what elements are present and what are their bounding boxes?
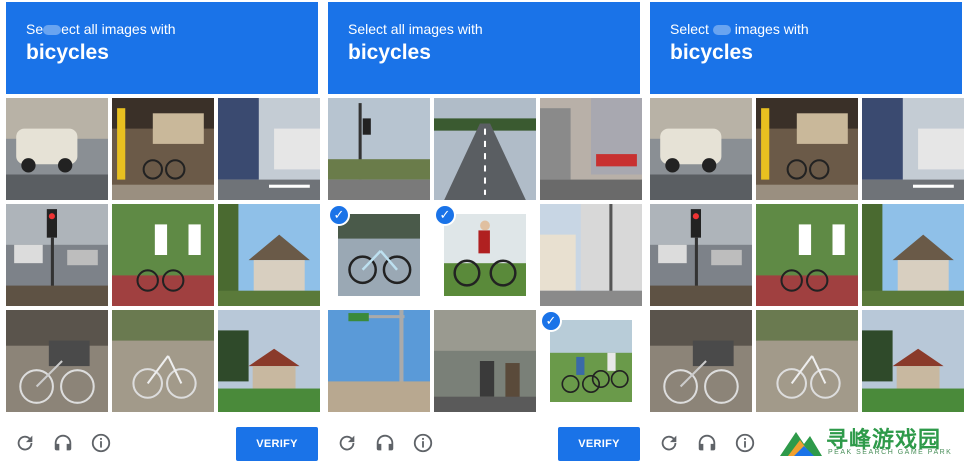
captcha-panel-3: Select images with bicycles	[650, 0, 970, 463]
info-icon[interactable]	[734, 432, 756, 454]
image-grid	[650, 98, 964, 414]
image-tile-traffic-light-crossing[interactable]	[6, 204, 108, 306]
target-label: bicycles	[670, 41, 753, 64]
verify-button[interactable]: VERIFY	[558, 427, 640, 461]
blur-artifact	[43, 25, 62, 36]
selected-check-icon: ✓	[434, 204, 456, 226]
verify-button[interactable]: VERIFY	[236, 427, 318, 461]
image-tile-street-with-traffic-light[interactable]	[328, 98, 430, 200]
instruction-text: Se ect all images with	[26, 21, 176, 37]
image-tile-street-corner-buildings[interactable]	[862, 98, 964, 200]
image-tile-suburban-houses[interactable]	[218, 310, 320, 412]
challenge-header: Select images with bicycles	[650, 2, 962, 94]
image-tile-bikes-at-storefront[interactable]	[756, 98, 858, 200]
instruction-text: Select all images with	[348, 21, 483, 37]
image-tile-car-on-street[interactable]	[6, 98, 108, 200]
tile-thumbnail	[444, 214, 526, 296]
image-tile-selected-children-bicycles[interactable]: ✓	[540, 310, 642, 412]
image-tile-cyclists-on-path[interactable]	[112, 204, 214, 306]
image-tile-traffic-light-pole[interactable]	[328, 310, 430, 412]
reload-icon[interactable]	[658, 432, 680, 454]
challenge-header: Se ect all images with bicycles	[6, 2, 318, 94]
captcha-footer: VERIFY	[6, 420, 320, 463]
image-tile-house-with-trees[interactable]	[862, 204, 964, 306]
mountain-logo-icon	[780, 432, 822, 456]
watermark-subtitle: PEAK SEARCH GAME PARK	[828, 449, 953, 456]
target-label: bicycles	[26, 41, 109, 64]
info-icon[interactable]	[412, 432, 434, 454]
captcha-panel-1: Se ect all images with bicycles VERIFY	[6, 0, 326, 463]
captcha-panel-2: Select all images with bicycles ✓ ✓ ✓ VERI…	[328, 0, 648, 463]
info-icon[interactable]	[90, 432, 112, 454]
challenge-header: Select all images with bicycles	[328, 2, 640, 94]
target-label: bicycles	[348, 41, 431, 64]
blur-artifact	[712, 25, 731, 36]
reload-icon[interactable]	[336, 432, 358, 454]
image-tile-bikes-at-storefront[interactable]	[112, 98, 214, 200]
headphones-icon[interactable]	[696, 432, 718, 454]
image-tile-street-corner-buildings[interactable]	[218, 98, 320, 200]
image-tile-traffic-light-crossing[interactable]	[650, 204, 752, 306]
headphones-icon[interactable]	[52, 432, 74, 454]
selected-check-icon: ✓	[540, 310, 562, 332]
selected-check-icon: ✓	[328, 204, 350, 226]
image-tile-bicycle-with-basket[interactable]	[650, 310, 752, 412]
image-tile-city-shops[interactable]	[540, 98, 642, 200]
image-tile-bicycle-with-basket[interactable]	[6, 310, 108, 412]
image-tile-house-with-trees[interactable]	[218, 204, 320, 306]
instruction-text: Select images with	[670, 21, 809, 37]
headphones-icon[interactable]	[374, 432, 396, 454]
image-tile-empty-road[interactable]	[434, 98, 536, 200]
image-tile-apartment-building[interactable]	[540, 204, 642, 306]
image-tile-selected-parked-bicycle[interactable]: ✓	[328, 204, 430, 306]
tile-thumbnail	[550, 320, 632, 402]
site-watermark: 寻峰游戏园 PEAK SEARCH GAME PARK	[778, 422, 970, 463]
captcha-footer: VERIFY	[328, 420, 642, 463]
image-tile-selected-cyclist-riding[interactable]: ✓	[434, 204, 536, 306]
image-tile-pedestrians-street[interactable]	[434, 310, 536, 412]
image-tile-bicycle-on-sidewalk[interactable]	[112, 310, 214, 412]
image-tile-car-on-street[interactable]	[650, 98, 752, 200]
tile-thumbnail	[338, 214, 420, 296]
image-tile-cyclists-on-path[interactable]	[756, 204, 858, 306]
image-grid: ✓ ✓ ✓	[328, 98, 642, 414]
reload-icon[interactable]	[14, 432, 36, 454]
image-tile-suburban-houses[interactable]	[862, 310, 964, 412]
image-grid	[6, 98, 320, 414]
image-tile-bicycle-on-sidewalk[interactable]	[756, 310, 858, 412]
